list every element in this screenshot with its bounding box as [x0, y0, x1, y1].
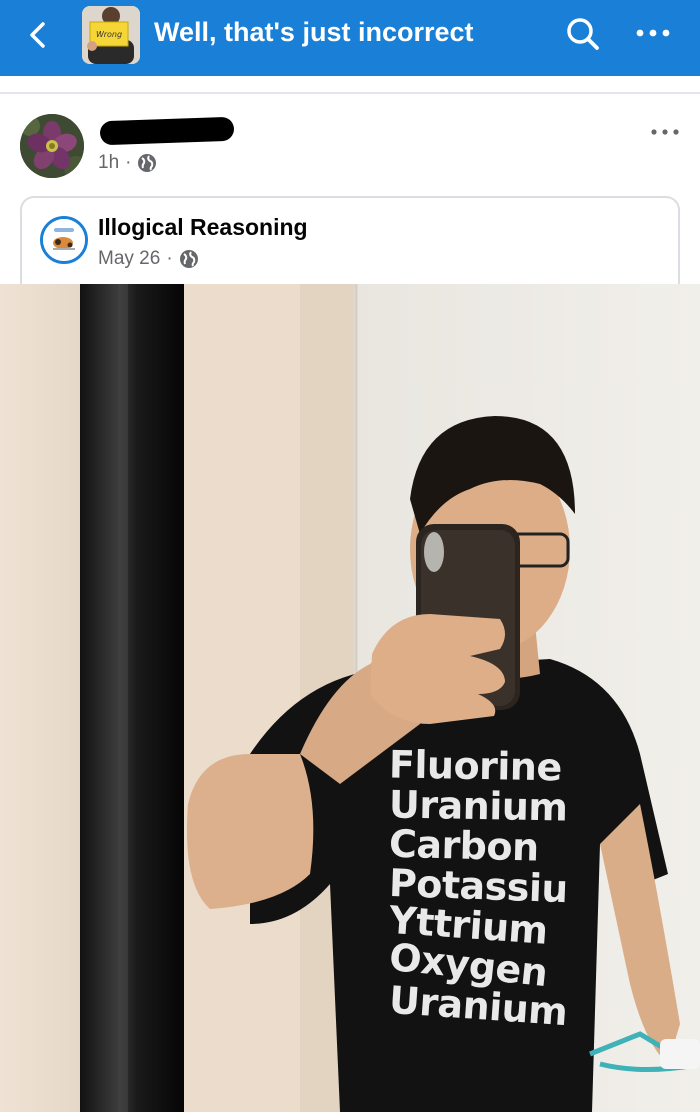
group-thumbnail[interactable]: Wrong — [82, 6, 140, 64]
shirt-line: Uranium — [388, 782, 568, 830]
group-photo: Wrong — [82, 6, 140, 64]
shirt-line: Uranium — [387, 977, 569, 1035]
shared-post-card[interactable]: Illogical Reasoning May 26 · — [20, 196, 680, 296]
post-time[interactable]: 1h — [98, 152, 119, 174]
svg-text:Wrong: Wrong — [96, 30, 122, 39]
redacted-author-name — [99, 116, 235, 146]
more-horizontal-icon — [651, 129, 679, 135]
shared-post-date[interactable]: May 26 — [98, 248, 160, 270]
chevron-left-icon — [30, 22, 45, 48]
page-avatar[interactable] — [40, 216, 88, 264]
shared-post-meta: May 26 · — [98, 248, 199, 270]
globe-icon — [179, 250, 198, 268]
shared-page-name[interactable]: Illogical Reasoning — [98, 214, 308, 241]
search-icon — [567, 18, 599, 50]
meta-separator: · — [125, 152, 132, 173]
shirt-line: Fluorine — [388, 742, 563, 790]
page-logo-image — [43, 219, 85, 261]
post-options-button[interactable] — [650, 124, 680, 135]
more-horizontal-icon — [636, 29, 670, 37]
post-photo[interactable]: Fluorine Uranium Carbon Potassium Yttriu… — [0, 284, 700, 1112]
more-options-button[interactable] — [634, 26, 674, 40]
shirt-line: Carbon — [388, 821, 540, 870]
app-bar: Wrong Well, that's just incorrect — [0, 0, 700, 76]
back-button[interactable] — [22, 18, 56, 52]
search-button[interactable] — [563, 14, 603, 54]
mirror-selfie-image — [0, 284, 700, 1112]
shirt-text: Fluorine Uranium Carbon Potassium Yttriu… — [387, 742, 569, 1034]
flower-avatar-image — [20, 114, 84, 178]
globe-icon — [138, 154, 157, 172]
page-title: Well, that's just incorrect — [154, 17, 474, 47]
meta-separator: · — [166, 248, 173, 269]
divider — [0, 92, 700, 94]
author-avatar[interactable] — [20, 114, 84, 178]
post-meta: 1h · — [98, 152, 157, 174]
